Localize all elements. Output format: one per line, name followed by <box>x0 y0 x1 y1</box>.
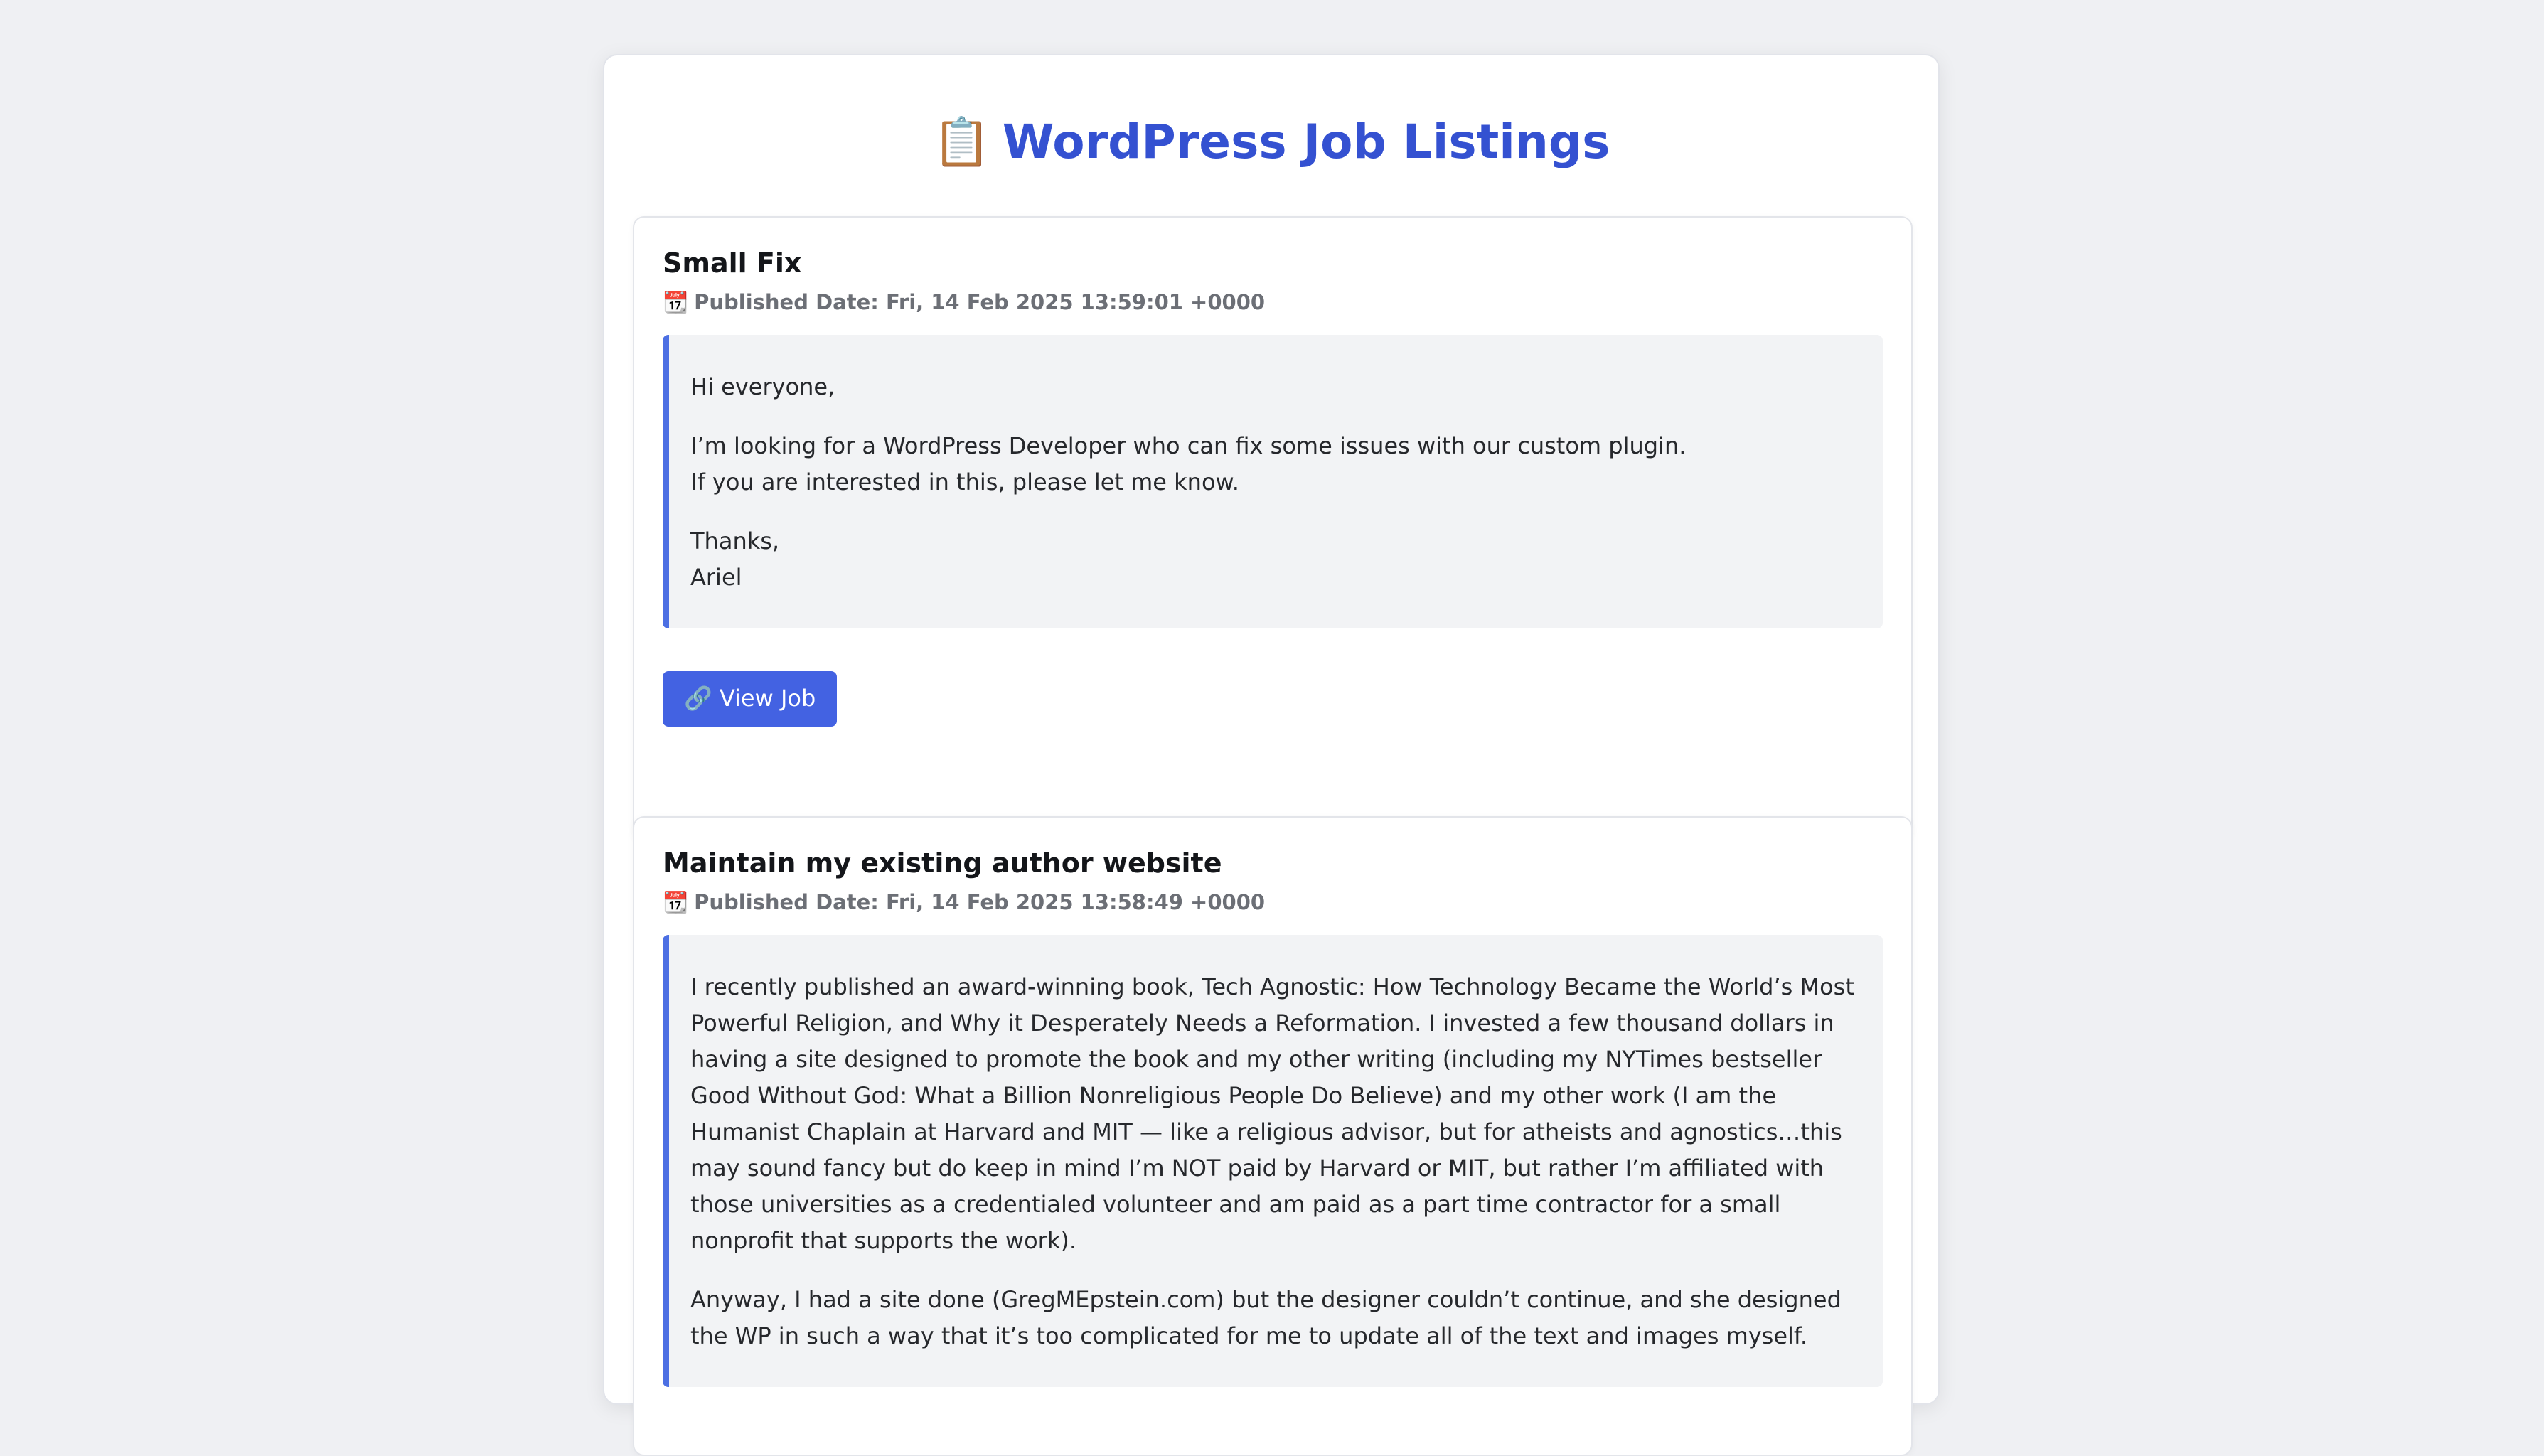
description-paragraph: Thanks, Ariel <box>690 523 1861 596</box>
view-job-label: View Job <box>719 685 816 712</box>
description-line: I’m looking for a WordPress Developer wh… <box>690 432 1687 460</box>
job-card: Maintain my existing author website 📆 Pub… <box>633 816 1913 1456</box>
view-job-button[interactable]: 🔗 View Job <box>663 671 838 727</box>
job-description: Hi everyone, I’m looking for a WordPress… <box>663 335 1883 629</box>
job-title: Maintain my existing author website <box>663 847 1222 879</box>
description-line: Hi everyone, <box>690 373 835 401</box>
link-icon: 🔗 <box>684 685 712 712</box>
description-paragraph: I’m looking for a WordPress Developer wh… <box>690 428 1861 500</box>
published-date: 📆 Published Date: Fri, 14 Feb 2025 13:58:… <box>663 889 1883 916</box>
description-paragraph: Anyway, I had a site done (GregMEpstein.… <box>690 1286 1842 1350</box>
job-listings-container: 📋 WordPress Job Listings Small Fix 📆 Publi… <box>603 54 1940 1456</box>
clipboard-icon: 📋 <box>932 114 991 169</box>
calendar-icon: 📆 <box>663 290 689 315</box>
published-date-text: Published Date: Fri, 14 Feb 2025 13:58:4… <box>694 890 1266 915</box>
description-line: Ariel <box>690 564 742 592</box>
page-title: 📋 WordPress Job Listings <box>604 114 1938 170</box>
published-date-text: Published Date: Fri, 14 Feb 2025 13:59:0… <box>694 290 1266 315</box>
published-date: 📆 Published Date: Fri, 14 Feb 2025 13:59:… <box>663 289 1883 316</box>
description-paragraph: I recently published an award-winning bo… <box>690 973 1854 1255</box>
description-line: If you are interested in this, please le… <box>690 469 1239 496</box>
job-description: I recently published an award-winning bo… <box>663 935 1883 1388</box>
job-title: Small Fix <box>663 247 802 279</box>
description-paragraph: Hi everyone, <box>690 369 1861 405</box>
job-card: Small Fix 📆 Published Date: Fri, 14 Feb 2… <box>633 216 1913 842</box>
page-title-text: WordPress Job Listings <box>1002 114 1610 169</box>
calendar-icon: 📆 <box>663 890 689 915</box>
description-line: Thanks, <box>690 528 780 555</box>
